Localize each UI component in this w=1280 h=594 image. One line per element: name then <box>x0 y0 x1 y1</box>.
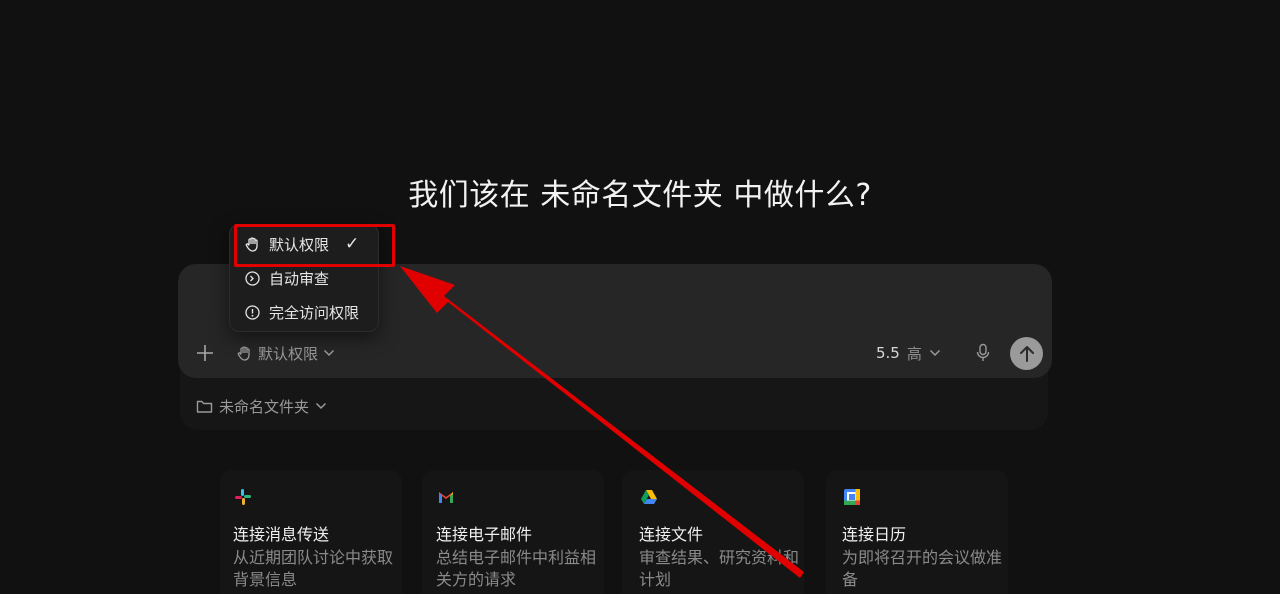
mic-icon <box>976 343 990 361</box>
card-description: 为即将召开的会议做准备 <box>842 548 1003 589</box>
card-title: 连接文件 <box>639 525 704 544</box>
gmail-icon <box>439 492 453 503</box>
model-select[interactable]: 5.5 高 <box>876 342 941 364</box>
page-title: 我们该在 未命名文件夹 中做什么? <box>408 178 872 213</box>
alert-icon <box>245 304 260 320</box>
auto-review-icon <box>245 270 260 286</box>
card-description: 从近期团队讨论中获取背景信息 <box>233 548 394 589</box>
menu-item-label: 完全访问权限 <box>269 303 360 322</box>
chevron-down-icon <box>315 402 327 410</box>
calendar-icon <box>844 489 860 505</box>
drive-icon <box>641 490 657 504</box>
plus-icon <box>197 345 213 361</box>
model-version: 5.5 <box>876 344 900 362</box>
arrow-up-icon <box>1019 345 1034 362</box>
send-button[interactable] <box>1010 337 1043 370</box>
permission-select[interactable]: 默认权限 <box>236 342 335 364</box>
add-button[interactable] <box>192 340 218 366</box>
card-description: 审查结果、研究资料和计划 <box>639 548 800 589</box>
slack-icon <box>235 489 251 505</box>
folder-icon <box>196 400 213 413</box>
folder-select[interactable]: 未命名文件夹 <box>196 396 327 416</box>
menu-item-full-access[interactable]: 完全访问权限 <box>244 300 359 324</box>
folder-label: 未命名文件夹 <box>219 397 310 416</box>
card-description: 总结电子邮件中利益相关方的请求 <box>436 548 597 589</box>
mic-button[interactable] <box>972 342 994 364</box>
card-title: 连接电子邮件 <box>436 525 533 544</box>
card-title: 连接消息传送 <box>233 525 330 544</box>
annotation-highlight-box <box>234 224 395 267</box>
chevron-down-icon <box>929 349 940 357</box>
menu-item-label: 自动审查 <box>269 269 330 288</box>
chevron-down-icon <box>323 349 335 357</box>
menu-item-auto-review[interactable]: 自动审查 <box>244 266 329 290</box>
model-effort: 高 <box>906 344 922 363</box>
permission-label: 默认权限 <box>258 344 319 363</box>
card-title: 连接日历 <box>842 525 907 544</box>
hand-icon <box>237 345 250 361</box>
